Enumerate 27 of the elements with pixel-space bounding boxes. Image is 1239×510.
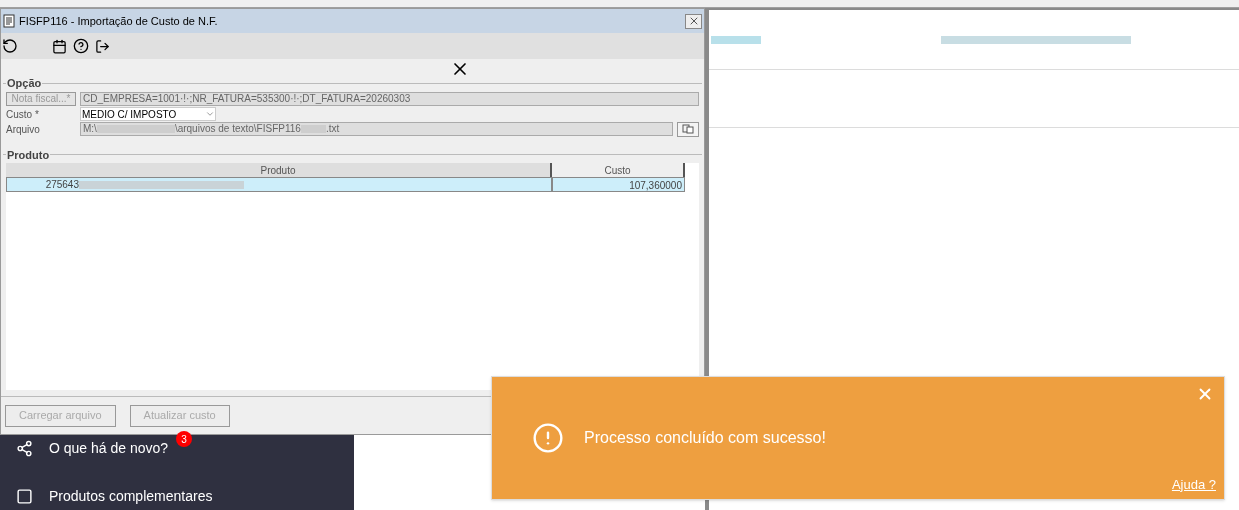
group-legend: Produto [6,146,51,163]
notification-badge: 3 [176,431,193,447]
arquivo-field: M:\ \arquivos de texto\FISFP116 .txt [80,122,673,136]
column-header: Custo [552,163,685,177]
files-icon [682,124,694,134]
exit-icon[interactable] [95,38,110,54]
table-cell-text: 107,360000 [628,179,683,191]
close-button[interactable] [685,13,702,29]
nota-fiscal-field: CD_EMPRESA=1001·!·;NR_FATURA=535300·!·;DT_FATURA=20260303 [80,92,699,106]
share-icon [16,439,33,457]
browse-button[interactable] [677,121,699,137]
checkbox-icon [16,487,33,505]
sidebar-item[interactable]: Produtos complementares [16,487,213,505]
field-label: Arquivo [6,122,41,137]
field-label: Custo * [6,107,40,122]
table-row[interactable]: 275643 107,360000 [6,177,685,192]
toast-message: Processo concluído com sucesso! [584,428,826,448]
table-cell-text: 275643 [44,178,79,192]
alert-icon [532,422,564,454]
calendar-icon[interactable] [52,38,67,54]
undo-icon[interactable] [2,38,18,54]
document-icon [3,14,15,28]
custo-dropdown[interactable]: MEDIO C/ IMPOSTO [80,107,216,121]
group-legend: Opção [6,75,43,92]
window-title: FISFP116 - Importação de Custo de N.F. [19,13,218,29]
column-header: Produto [6,163,552,177]
help-icon[interactable] [73,38,89,54]
